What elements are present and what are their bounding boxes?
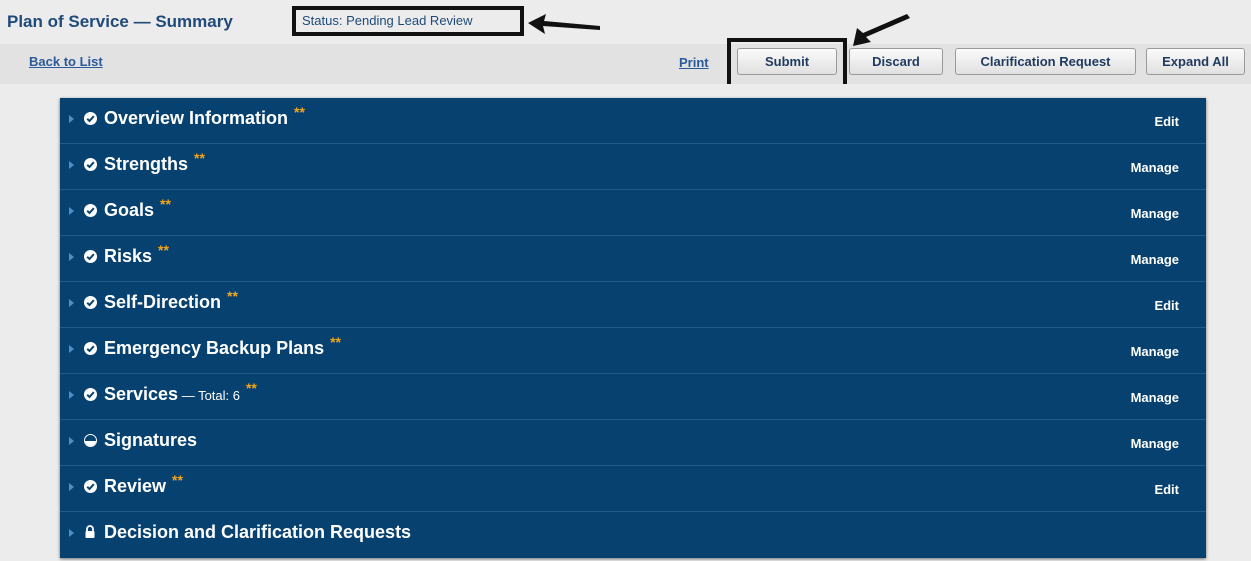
check-circle-icon: [84, 388, 97, 401]
required-stars: **: [160, 196, 171, 212]
sections-panel: Overview Information ** Edit Strengths ** …: [60, 98, 1206, 558]
status-text: Status: Pending Lead Review: [302, 13, 473, 28]
check-circle-icon: [84, 112, 97, 125]
manage-link[interactable]: Manage: [1131, 436, 1179, 451]
section-review[interactable]: Review ** Edit: [60, 466, 1206, 512]
discard-button[interactable]: Discard: [849, 48, 943, 75]
back-to-list-link[interactable]: Back to List: [29, 54, 103, 69]
caret-right-icon[interactable]: [69, 299, 74, 307]
section-decision-and-clarification-requests[interactable]: Decision and Clarification Requests: [60, 512, 1206, 558]
clarification-request-button[interactable]: Clarification Request: [955, 48, 1136, 75]
caret-right-icon[interactable]: [69, 253, 74, 261]
page-title: Plan of Service — Summary: [7, 12, 233, 31]
section-label: Overview Information **: [104, 104, 305, 128]
section-label: Decision and Clarification Requests: [104, 522, 412, 542]
section-risks[interactable]: Risks ** Manage: [60, 236, 1206, 282]
services-total: — Total: 6: [178, 388, 240, 403]
status-badge: Status: Pending Lead Review: [292, 6, 524, 36]
manage-link[interactable]: Manage: [1131, 390, 1179, 405]
caret-right-icon[interactable]: [69, 115, 74, 123]
check-circle-icon: [84, 158, 97, 171]
required-stars: **: [227, 288, 238, 304]
manage-link[interactable]: Manage: [1131, 344, 1179, 359]
caret-right-icon[interactable]: [69, 161, 74, 169]
edit-link[interactable]: Edit: [1154, 482, 1179, 497]
required-stars: **: [158, 242, 169, 258]
section-services[interactable]: Services — Total: 6 ** Manage: [60, 374, 1206, 420]
section-strengths[interactable]: Strengths ** Manage: [60, 144, 1206, 190]
section-self-direction[interactable]: Self-Direction ** Edit: [60, 282, 1206, 328]
check-circle-icon: [84, 296, 97, 309]
manage-link[interactable]: Manage: [1131, 206, 1179, 221]
lock-icon: [85, 525, 95, 538]
required-stars: **: [172, 472, 183, 488]
section-signatures[interactable]: Signatures Manage: [60, 420, 1206, 466]
caret-right-icon[interactable]: [69, 483, 74, 491]
caret-right-icon[interactable]: [69, 529, 74, 537]
section-emergency-backup-plans[interactable]: Emergency Backup Plans ** Manage: [60, 328, 1206, 374]
annotation-arrow-down-left-icon: [853, 14, 910, 46]
section-label: Self-Direction **: [104, 288, 238, 312]
annotation-arrow-left-icon: [528, 14, 600, 34]
submit-highlight-box: [727, 38, 847, 89]
section-label: Services — Total: 6 **: [104, 380, 257, 404]
caret-right-icon[interactable]: [69, 345, 74, 353]
check-circle-icon: [84, 204, 97, 217]
caret-right-icon[interactable]: [69, 391, 74, 399]
manage-link[interactable]: Manage: [1131, 160, 1179, 175]
section-label: Review **: [104, 472, 183, 496]
required-stars: **: [194, 150, 205, 166]
check-circle-icon: [84, 342, 97, 355]
section-label: Risks **: [104, 242, 169, 266]
section-goals[interactable]: Goals ** Manage: [60, 190, 1206, 236]
section-label: Goals **: [104, 196, 171, 220]
section-label: Strengths **: [104, 150, 205, 174]
half-circle-icon: [84, 434, 97, 447]
required-stars: **: [330, 334, 342, 350]
edit-link[interactable]: Edit: [1154, 298, 1179, 313]
required-stars: **: [245, 380, 257, 396]
print-link[interactable]: Print: [679, 55, 709, 70]
check-circle-icon: [84, 480, 97, 493]
expand-all-button[interactable]: Expand All: [1146, 48, 1245, 75]
edit-link[interactable]: Edit: [1154, 114, 1179, 129]
check-circle-icon: [84, 250, 97, 263]
manage-link[interactable]: Manage: [1131, 252, 1179, 267]
section-label: Emergency Backup Plans **: [104, 334, 342, 358]
caret-right-icon[interactable]: [69, 437, 74, 445]
section-overview-information[interactable]: Overview Information ** Edit: [60, 98, 1206, 144]
section-label: Signatures: [104, 430, 198, 450]
required-stars: **: [294, 104, 305, 120]
caret-right-icon[interactable]: [69, 207, 74, 215]
